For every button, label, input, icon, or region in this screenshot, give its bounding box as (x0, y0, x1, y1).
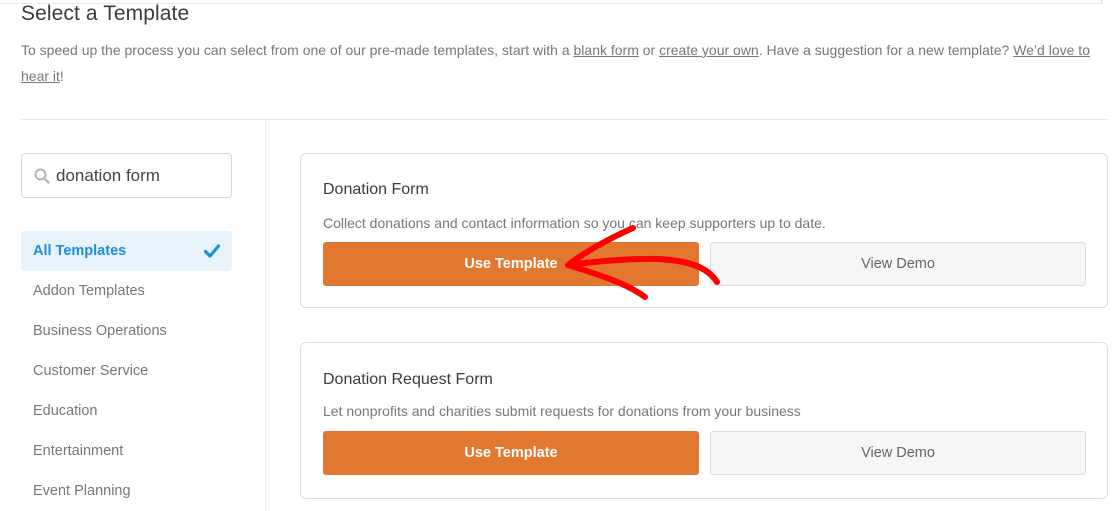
category-label: Entertainment (33, 443, 124, 459)
page-title: Select a Template (21, 2, 190, 25)
template-card-donation-form: Donation Form Collect donations and cont… (300, 153, 1108, 308)
sidebar-divider (265, 119, 266, 511)
category-label: Addon Templates (33, 283, 145, 299)
top-border-tick (1101, 0, 1102, 4)
use-template-button[interactable]: Use Template (323, 431, 699, 475)
intro-part2: . Have a suggestion for a new template? (758, 42, 1014, 58)
search-input[interactable] (56, 165, 216, 186)
template-title: Donation Request Form (323, 371, 493, 388)
view-demo-button[interactable]: View Demo (710, 242, 1086, 286)
template-card-donation-request-form: Donation Request Form Let nonprofits and… (300, 342, 1108, 499)
intro-end: ! (59, 68, 64, 84)
intro-part1: To speed up the process you can select f… (21, 42, 574, 58)
create-your-own-link[interactable]: create your own (659, 42, 759, 58)
category-event-planning[interactable]: Event Planning (21, 471, 232, 511)
category-label: Education (33, 403, 98, 419)
template-sidebar: All Templates Addon Templates Business O… (21, 153, 232, 511)
category-label: Event Planning (33, 483, 131, 499)
intro-text: To speed up the process you can select f… (21, 37, 1101, 89)
template-description: Let nonprofits and charities submit requ… (323, 403, 801, 419)
view-demo-button[interactable]: View Demo (710, 431, 1086, 475)
category-label: Business Operations (33, 323, 167, 339)
category-label: All Templates (33, 243, 127, 259)
category-addon-templates[interactable]: Addon Templates (21, 271, 232, 311)
blank-form-link[interactable]: blank form (574, 42, 639, 58)
use-template-button[interactable]: Use Template (323, 242, 699, 286)
category-entertainment[interactable]: Entertainment (21, 431, 232, 471)
category-label: Customer Service (33, 363, 149, 379)
category-business-operations[interactable]: Business Operations (21, 311, 232, 351)
check-icon (203, 244, 221, 258)
category-all-templates[interactable]: All Templates (21, 231, 232, 271)
search-box[interactable] (21, 153, 232, 198)
header-divider (21, 119, 1108, 120)
search-icon (34, 168, 50, 184)
page-header: Select a Template To speed up the proces… (21, 1, 1101, 89)
category-customer-service[interactable]: Customer Service (21, 351, 232, 391)
intro-or: or (638, 42, 660, 58)
category-education[interactable]: Education (21, 391, 232, 431)
category-list: All Templates Addon Templates Business O… (21, 231, 232, 511)
template-description: Collect donations and contact informatio… (323, 215, 826, 231)
template-title: Donation Form (323, 181, 429, 198)
